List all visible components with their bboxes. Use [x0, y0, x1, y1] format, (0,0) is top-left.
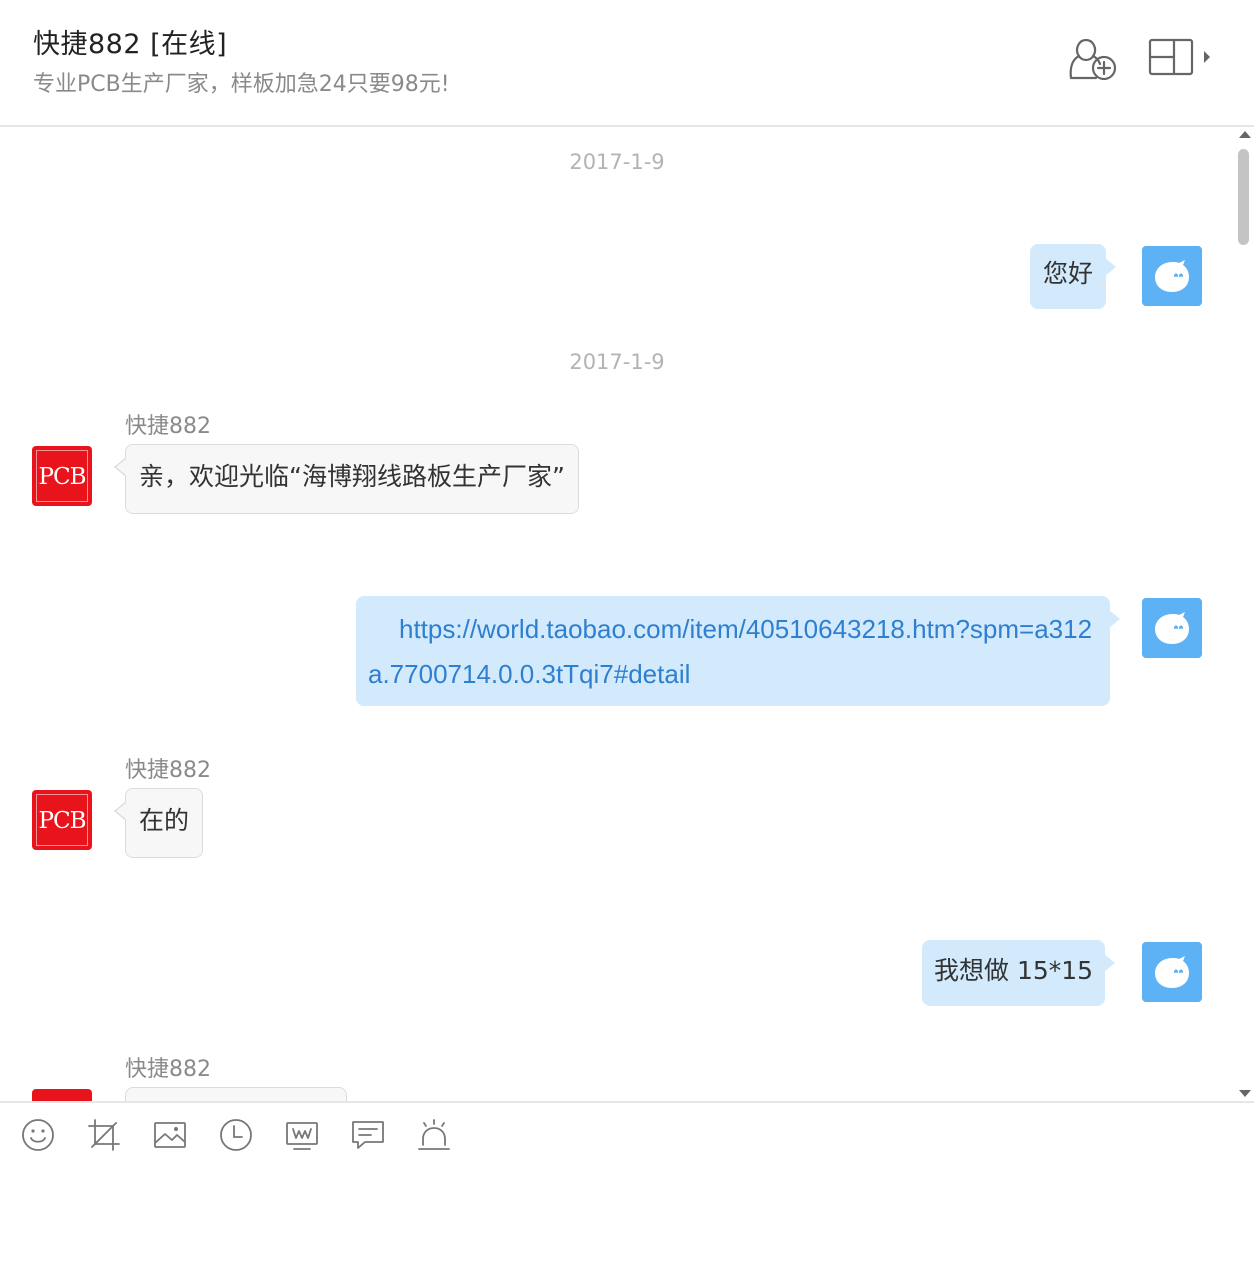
- contact-signature: 专业PCB生产厂家，样板加急24只要98元!: [33, 72, 450, 97]
- received-message-bubble[interactable]: [125, 1087, 347, 1101]
- sender-name: 快捷882: [125, 414, 211, 439]
- contact-name[interactable]: 快捷882 [在线]: [33, 22, 227, 61]
- scroll-down-arrow-icon[interactable]: [1239, 1090, 1251, 1097]
- received-message-bubble[interactable]: 在的: [114, 788, 204, 858]
- sender-name: 快捷882: [125, 758, 211, 783]
- my-avatar[interactable]: [1142, 598, 1202, 658]
- remote-screen-icon[interactable]: [284, 1117, 320, 1153]
- seller-avatar[interactable]: PCB: [32, 790, 92, 850]
- layout-toggle-icon[interactable]: [1146, 34, 1216, 86]
- alert-bell-icon[interactable]: [416, 1117, 452, 1153]
- message-text: 您好: [1043, 259, 1094, 288]
- add-contact-icon[interactable]: [1066, 34, 1122, 86]
- message-timestamp: 2017-1-9: [569, 350, 665, 374]
- seller-avatar[interactable]: PCB: [32, 446, 92, 506]
- received-message-bubble[interactable]: 亲，欢迎光临“海博翔线路板生产厂家”: [114, 444, 579, 514]
- wangwang-logo-icon: [1155, 260, 1189, 292]
- sent-message-bubble[interactable]: 您好: [1030, 244, 1117, 309]
- bubble-tail: [116, 802, 127, 820]
- scroll-up-arrow-icon[interactable]: [1239, 131, 1251, 138]
- seller-avatar[interactable]: [32, 1089, 92, 1101]
- bubble-tail: [1105, 258, 1117, 276]
- message-text: 我想做 15*15: [934, 956, 1094, 985]
- message-link[interactable]: https://world.taobao.com/item/4051064321…: [368, 614, 1092, 689]
- sent-message-bubble[interactable]: 我想做 15*15: [922, 940, 1116, 1006]
- message-scrollbar[interactable]: [1236, 129, 1254, 1101]
- image-icon[interactable]: [152, 1117, 188, 1153]
- emoji-icon[interactable]: [20, 1117, 56, 1153]
- seller-avatar-label: PCB: [36, 794, 88, 846]
- wangwang-logo-icon: [1155, 956, 1189, 988]
- my-avatar[interactable]: [1142, 942, 1202, 1002]
- message-text: 在的: [139, 806, 190, 835]
- message-timestamp: 2017-1-9: [569, 150, 665, 174]
- bubble-tail: [1109, 610, 1120, 628]
- history-clock-icon[interactable]: [218, 1117, 254, 1153]
- scroll-thumb[interactable]: [1238, 149, 1249, 245]
- quick-reply-icon[interactable]: [350, 1117, 386, 1153]
- input-toolbar: [0, 1101, 1254, 1165]
- my-avatar[interactable]: [1142, 246, 1202, 306]
- bubble-tail: [116, 458, 127, 476]
- screenshot-crop-icon[interactable]: [86, 1117, 122, 1153]
- message-text: 亲，欢迎光临“海博翔线路板生产厂家”: [139, 462, 565, 491]
- sent-message-bubble[interactable]: https://world.taobao.com/item/4051064321…: [356, 596, 1120, 706]
- chat-header: 快捷882 [在线] 专业PCB生产厂家，样板加急24只要98元!: [0, 0, 1254, 127]
- message-input[interactable]: [0, 1165, 1254, 1272]
- message-list[interactable]: 2017-1-9 您好 2017-1-9 快捷882 PCB 亲，欢迎光临“海博…: [0, 129, 1234, 1101]
- seller-avatar-label: PCB: [36, 450, 88, 502]
- sender-name: 快捷882: [125, 1057, 211, 1082]
- bubble-tail: [1104, 954, 1116, 972]
- wangwang-logo-icon: [1155, 612, 1189, 644]
